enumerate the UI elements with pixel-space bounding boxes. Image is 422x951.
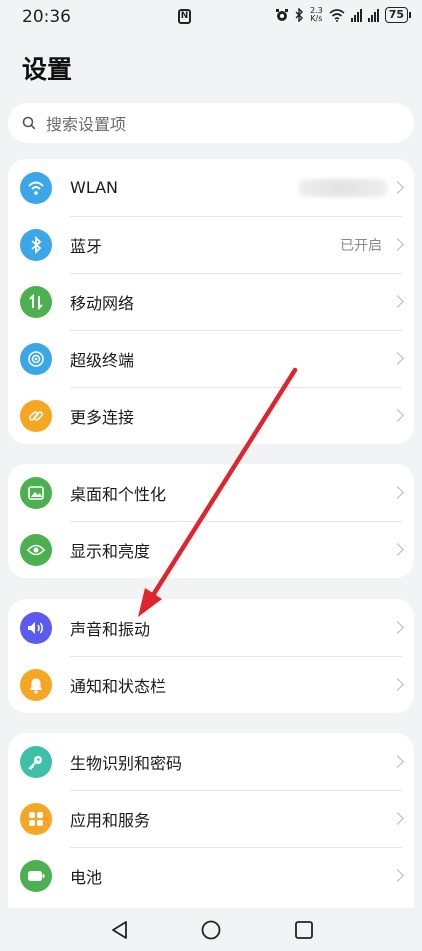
apps-icon <box>20 802 52 835</box>
chevron-right-icon <box>391 812 404 825</box>
signal-icon <box>350 8 362 22</box>
status-time: 20:36 <box>22 7 71 27</box>
settings-item-biometrics[interactable]: 生物识别和密码 <box>8 733 414 790</box>
search-icon <box>22 116 36 130</box>
recents-icon[interactable] <box>294 920 314 940</box>
settings-item-bluetooth[interactable]: 蓝牙 已开启 <box>8 216 414 273</box>
bluetooth-status: 已开启 <box>340 237 382 254</box>
wlan-network-name <box>298 178 388 197</box>
chevron-right-icon <box>391 295 404 308</box>
settings-item-wlan[interactable]: WLAN <box>8 159 414 216</box>
wifi-icon <box>20 171 52 204</box>
status-icons: 2.3 K/s 75 <box>275 6 412 23</box>
search-placeholder: 搜索设置项 <box>46 115 127 134</box>
settings-item-label: 显示和亮度 <box>70 541 151 561</box>
settings-item-home-screen[interactable]: 桌面和个性化 <box>8 464 414 521</box>
chevron-right-icon <box>391 869 404 882</box>
settings-item-label: 通知和状态栏 <box>70 676 167 696</box>
settings-item-apps[interactable]: 应用和服务 <box>8 790 414 847</box>
settings-item-more-connections[interactable]: 更多连接 <box>8 387 414 444</box>
settings-item-label: 移动网络 <box>70 293 135 313</box>
navigation-bar <box>0 908 422 951</box>
settings-item-label: 桌面和个性化 <box>70 484 167 504</box>
page-title: 设置 <box>22 55 73 84</box>
chevron-right-icon <box>391 352 404 365</box>
chevron-right-icon <box>391 755 404 768</box>
settings-item-mobile-network[interactable]: 移动网络 <box>8 273 414 330</box>
signal-icon-2 <box>367 8 379 22</box>
bluetooth-status-icon <box>295 8 303 22</box>
status-bar: 20:36 N 2.3 K/s 75 <box>0 0 422 34</box>
settings-item-sound[interactable]: 声音和振动 <box>8 599 414 656</box>
settings-item-label: 应用和服务 <box>70 810 151 830</box>
wallpaper-icon <box>20 476 52 509</box>
settings-group-sound: 声音和振动 通知和状态栏 <box>8 599 414 713</box>
settings-item-label: 电池 <box>70 867 103 887</box>
super-device-icon <box>20 342 52 375</box>
settings-group-connectivity: WLAN 蓝牙 已开启 移动网络 超级终端 更多连接 <box>8 159 414 444</box>
settings-item-display[interactable]: 显示和亮度 <box>8 521 414 578</box>
chevron-right-icon <box>391 678 404 691</box>
settings-group-system: 生物识别和密码 应用和服务 电池 <box>8 733 414 913</box>
bluetooth-icon <box>20 228 52 261</box>
settings-group-display: 桌面和个性化 显示和亮度 <box>8 464 414 578</box>
chevron-right-icon <box>391 238 404 251</box>
alarm-icon <box>275 9 288 21</box>
chevron-right-icon <box>391 621 404 634</box>
settings-item-label: 超级终端 <box>70 350 135 370</box>
net-speed: 2.3 K/s <box>309 6 323 23</box>
settings-item-label: 更多连接 <box>70 407 135 427</box>
key-icon <box>20 745 52 778</box>
battery-icon <box>20 859 52 892</box>
chevron-right-icon <box>391 181 404 194</box>
home-icon[interactable] <box>201 920 221 940</box>
speaker-icon <box>20 611 52 644</box>
chevron-right-icon <box>391 409 404 422</box>
settings-item-label: 生物识别和密码 <box>70 753 183 773</box>
settings-item-label: 声音和振动 <box>70 619 151 639</box>
settings-item-label: WLAN <box>70 178 119 197</box>
mobile-data-icon <box>20 285 52 318</box>
wifi-status-icon <box>329 8 345 22</box>
battery-status: 75 <box>384 7 412 23</box>
search-input[interactable]: 搜索设置项 <box>8 103 414 143</box>
eye-icon <box>20 533 52 566</box>
chevron-right-icon <box>391 486 404 499</box>
settings-item-super-device[interactable]: 超级终端 <box>8 330 414 387</box>
chevron-right-icon <box>391 543 404 556</box>
back-icon[interactable] <box>110 920 130 940</box>
nfc-icon: N <box>178 9 191 24</box>
bell-icon <box>20 668 52 701</box>
link-icon <box>20 399 52 432</box>
settings-item-battery[interactable]: 电池 <box>8 847 414 904</box>
settings-item-notifications[interactable]: 通知和状态栏 <box>8 656 414 713</box>
settings-item-label: 蓝牙 <box>70 236 103 256</box>
